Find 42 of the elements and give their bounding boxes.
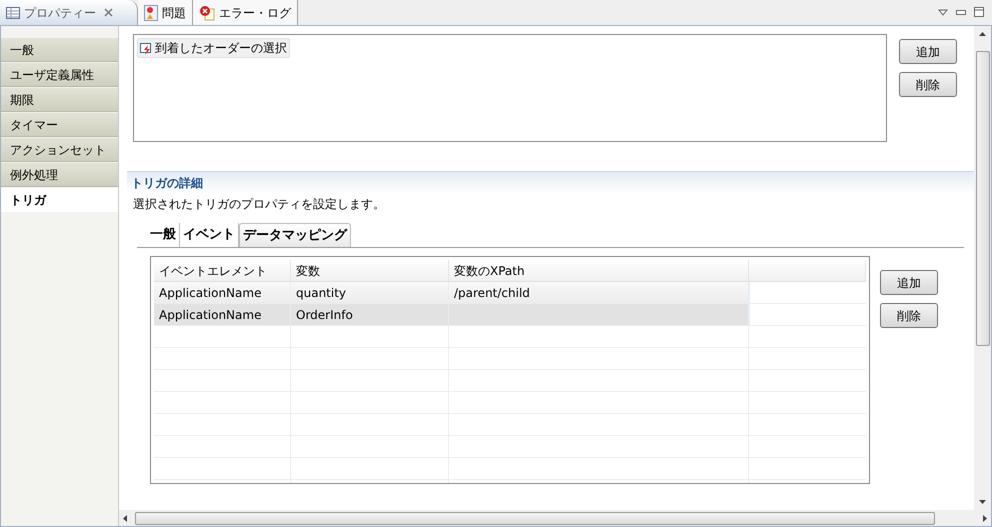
- sidebar-tab[interactable]: 例外処理: [1, 163, 118, 187]
- trigger-icon: [140, 42, 153, 54]
- push-button[interactable]: 追加: [880, 270, 938, 295]
- sidebar-tab[interactable]: トリガ: [1, 188, 118, 212]
- trigger-list-item[interactable]: 到着したオーダーの選択: [137, 38, 290, 58]
- sidebar-tab[interactable]: アクションセット: [1, 138, 118, 162]
- view-tab[interactable]: 問題: [138, 0, 193, 25]
- section-description: 選択されたトリガのプロパティを設定します。: [133, 196, 386, 213]
- table-cell: OrderInfo: [291, 304, 449, 325]
- section-tab[interactable]: 一般: [147, 223, 180, 247]
- vertical-scrollbar[interactable]: [974, 26, 991, 510]
- push-button[interactable]: 削除: [899, 72, 957, 97]
- close-icon[interactable]: [104, 8, 113, 17]
- section-header: トリガの詳細: [127, 171, 974, 193]
- horizontal-scrollbar[interactable]: [119, 510, 991, 526]
- person-warning-icon: [144, 4, 158, 20]
- table-cell: quantity: [291, 282, 449, 303]
- sidebar-tab[interactable]: ユーザ定義属性: [1, 63, 118, 87]
- view-tab[interactable]: プロパティー: [0, 0, 138, 25]
- view-tab[interactable]: エラー・ログ: [193, 0, 298, 25]
- table-cell: ApplicationName: [154, 304, 291, 325]
- sidebar-tab[interactable]: 期限: [1, 88, 118, 112]
- table-icon: [6, 6, 20, 18]
- maximize-icon[interactable]: [974, 7, 984, 17]
- push-button[interactable]: 削除: [880, 303, 938, 328]
- error-icon: [199, 4, 215, 20]
- sidebar-tab[interactable]: タイマー: [1, 113, 118, 137]
- scroll-left-icon[interactable]: [123, 514, 127, 522]
- column-header[interactable]: 変数のXPath: [449, 260, 749, 281]
- push-button[interactable]: 追加: [899, 39, 957, 64]
- scroll-right-icon[interactable]: [983, 514, 987, 522]
- minimize-icon[interactable]: [956, 10, 966, 14]
- column-header[interactable]: イベントエレメント: [154, 260, 291, 281]
- scroll-down-icon[interactable]: [979, 500, 986, 504]
- column-header[interactable]: 変数: [291, 260, 449, 281]
- section-tab[interactable]: データマッピング: [239, 223, 351, 247]
- view-menu-icon[interactable]: [938, 8, 948, 16]
- table-row[interactable]: ApplicationName quantity /parent/child: [154, 282, 866, 304]
- sidebar-tab[interactable]: 一般: [1, 38, 118, 62]
- scroll-up-icon[interactable]: [979, 32, 986, 36]
- table-row[interactable]: ApplicationName OrderInfo: [154, 304, 866, 326]
- table-cell: ApplicationName: [154, 282, 291, 303]
